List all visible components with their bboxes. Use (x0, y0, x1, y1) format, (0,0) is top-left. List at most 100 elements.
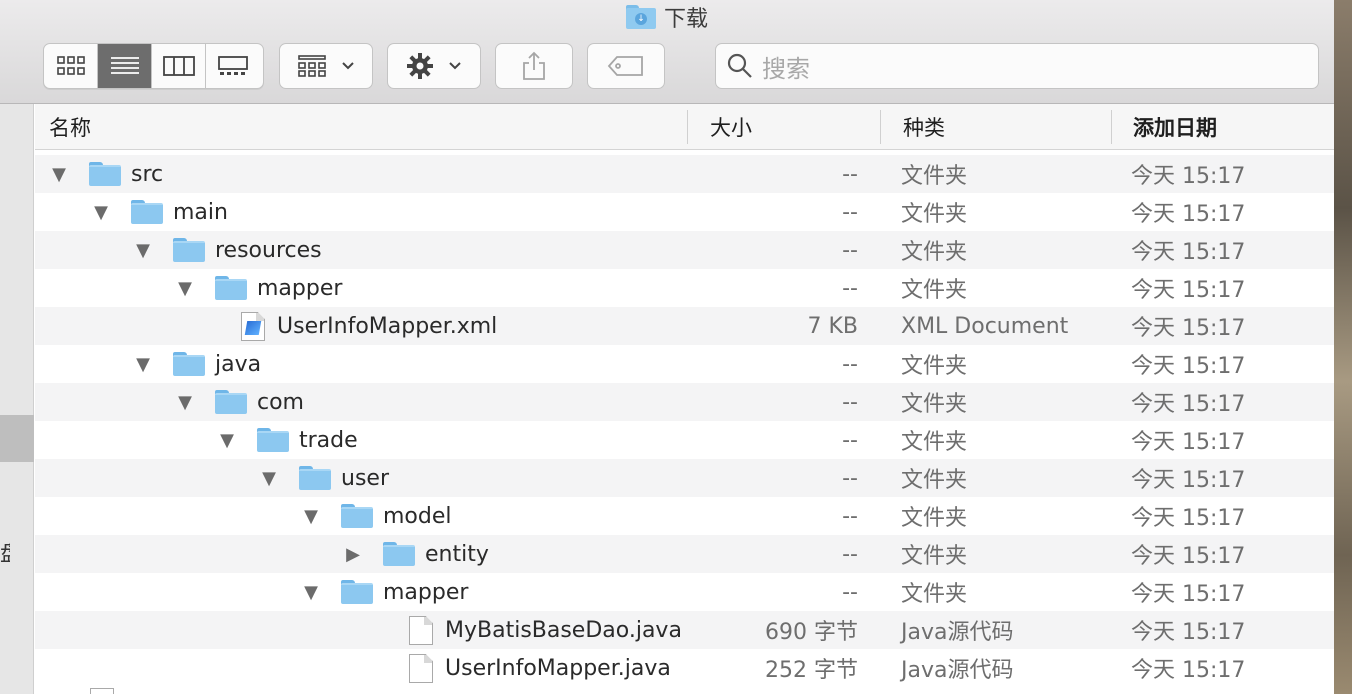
file-date-added: 今天 15:17 (1131, 164, 1246, 189)
window-title: ↓ 下载 (0, 2, 1334, 32)
sidebar: 盘 (0, 104, 34, 694)
file-date-added: 今天 15:17 (1131, 468, 1246, 493)
file-size: -- (842, 161, 858, 187)
table-row[interactable]: ▼ resources -- 文件夹 今天 15:17 (35, 231, 1334, 269)
table-row[interactable]: MyBatisBaseDao.java 690 字节 Java源代码 今天 15:17 (35, 611, 1334, 649)
file-name: mapper (257, 275, 343, 301)
search-icon (727, 53, 752, 78)
folder-icon (215, 276, 247, 300)
column-divider[interactable] (687, 110, 688, 144)
share-icon (523, 51, 545, 80)
file-date-added: 今天 15:17 (1131, 278, 1246, 303)
downloads-folder-icon: ↓ (625, 5, 656, 29)
file-size: -- (842, 427, 858, 453)
column-name-header[interactable]: 名称 (49, 104, 91, 150)
group-by-button[interactable] (279, 43, 373, 89)
share-button[interactable] (495, 43, 573, 89)
disclosure-expanded-icon[interactable]: ▼ (301, 497, 321, 535)
search-field[interactable]: 搜索 (715, 43, 1319, 89)
file-date-added: 今天 15:17 (1131, 430, 1246, 455)
file-name: main (173, 199, 228, 225)
disclosure-expanded-icon[interactable]: ▼ (133, 231, 153, 269)
table-row[interactable]: UserInfoMapper.java 252 字节 Java源代码 今天 15:17 (35, 649, 1334, 687)
icon-view-button[interactable] (44, 44, 98, 88)
table-row[interactable]: ▼ mapper -- 文件夹 今天 15:17 (35, 269, 1334, 307)
sidebar-selected-item[interactable] (0, 415, 34, 462)
table-row[interactable]: ▼ user -- 文件夹 今天 15:17 (35, 459, 1334, 497)
chevron-down-icon (342, 62, 354, 70)
toolbar: ↓ 下载 搜索 (0, 0, 1334, 104)
table-row[interactable]: ▶ entity -- 文件夹 今天 15:17 (35, 535, 1334, 573)
file-name: entity (425, 541, 489, 567)
column-kind-header[interactable]: 种类 (903, 104, 945, 150)
disclosure-collapsed-icon[interactable]: ▶ (343, 535, 363, 573)
window-title-text: 下载 (663, 7, 708, 32)
file-size: -- (842, 199, 858, 225)
table-row[interactable]: ▼ model -- 文件夹 今天 15:17 (35, 497, 1334, 535)
folder-icon (341, 580, 373, 604)
column-date-added-header[interactable]: 添加日期 (1133, 104, 1217, 150)
java-file-icon (409, 654, 433, 683)
table-row[interactable]: ▼ src -- 文件夹 今天 15:17 (35, 155, 1334, 193)
sidebar-item-label[interactable]: 盘 (0, 536, 10, 568)
folder-icon (383, 542, 415, 566)
desktop-background (1334, 0, 1352, 694)
file-name: user (341, 465, 389, 491)
file-kind: 文件夹 (901, 354, 968, 379)
tag-button[interactable] (587, 43, 665, 89)
file-kind: 文件夹 (901, 392, 968, 417)
table-row[interactable]: ▼ com -- 文件夹 今天 15:17 (35, 383, 1334, 421)
file-name: MyBatisBaseDao.java (445, 617, 682, 643)
file-name: mapper (383, 579, 469, 605)
tag-icon (607, 56, 643, 76)
gallery-view-button[interactable] (206, 44, 260, 88)
java-file-icon (409, 616, 433, 645)
gear-icon (407, 53, 433, 79)
file-date-added: 今天 15:17 (1131, 658, 1246, 683)
disclosure-expanded-icon[interactable]: ▼ (91, 193, 111, 231)
table-row[interactable]: ▼ java -- 文件夹 今天 15:17 (35, 345, 1334, 383)
file-date-added: 今天 15:17 (1131, 240, 1246, 265)
file-kind: 文件夹 (901, 164, 968, 189)
file-kind: 文件夹 (901, 468, 968, 493)
file-size: -- (842, 541, 858, 567)
folder-icon (131, 200, 163, 224)
table-row[interactable]: ▼ trade -- 文件夹 今天 15:17 (35, 421, 1334, 459)
gallery-icon (218, 56, 248, 75)
disclosure-expanded-icon[interactable]: ▼ (175, 269, 195, 307)
file-name: UserInfoMapper.java (445, 655, 671, 681)
folder-icon (173, 238, 205, 262)
table-row[interactable]: ▼ mapper -- 文件夹 今天 15:17 (35, 573, 1334, 611)
file-kind: XML Document (901, 313, 1069, 339)
action-button[interactable] (387, 43, 481, 89)
columns-icon (162, 56, 195, 76)
column-divider[interactable] (1111, 110, 1112, 144)
file-date-added: 今天 15:17 (1131, 544, 1246, 569)
file-name: resources (215, 237, 322, 263)
list-icon (110, 57, 139, 74)
file-size: 690 字节 (765, 620, 858, 645)
column-size-header[interactable]: 大小 (710, 104, 752, 150)
disclosure-expanded-icon[interactable]: ▼ (175, 383, 195, 421)
disclosure-expanded-icon[interactable]: ▼ (301, 573, 321, 611)
folder-icon (257, 428, 289, 452)
folder-icon (89, 162, 121, 186)
file-kind: Java源代码 (901, 658, 1014, 683)
table-row[interactable]: ▼ main -- 文件夹 今天 15:17 (35, 193, 1334, 231)
file-icon (90, 688, 114, 694)
disclosure-expanded-icon[interactable]: ▼ (49, 155, 69, 193)
disclosure-expanded-icon[interactable]: ▼ (133, 345, 153, 383)
folder-icon (299, 466, 331, 490)
column-view-button[interactable] (152, 44, 206, 88)
file-name: com (257, 389, 304, 415)
file-size: -- (842, 503, 858, 529)
table-row[interactable]: UserInfoMapper.xml 7 KB XML Document 今天 15:… (35, 307, 1334, 345)
disclosure-expanded-icon[interactable]: ▼ (217, 421, 237, 459)
column-divider[interactable] (880, 110, 881, 144)
file-kind: 文件夹 (901, 430, 968, 455)
file-name: java (215, 351, 262, 377)
file-date-added: 今天 15:17 (1131, 582, 1246, 607)
file-name: trade (299, 427, 358, 453)
list-view-button[interactable] (98, 44, 152, 88)
disclosure-expanded-icon[interactable]: ▼ (259, 459, 279, 497)
